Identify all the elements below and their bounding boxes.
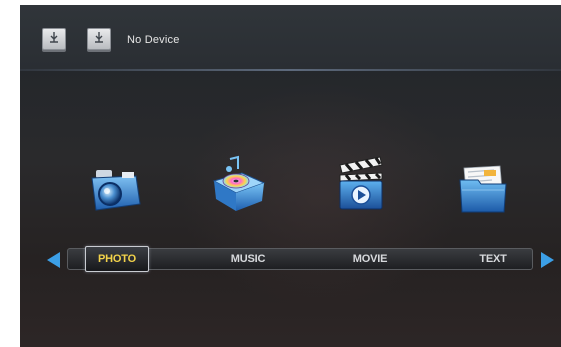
left-arrow-icon[interactable]: [47, 252, 60, 268]
folder-documents-icon[interactable]: [454, 160, 514, 220]
device-status-text: No Device: [127, 34, 180, 46]
camera-icon[interactable]: [86, 160, 146, 220]
media-player-screen: No Device PHOTO MUSIC MOVIE TEXT: [20, 5, 561, 347]
menu-item-movie[interactable]: MOVIE: [340, 249, 400, 269]
divider: [20, 69, 561, 71]
right-arrow-icon[interactable]: [541, 252, 554, 268]
menu-item-text[interactable]: TEXT: [463, 249, 523, 269]
status-bar: No Device: [20, 5, 561, 69]
category-menu-bar: PHOTO MUSIC MOVIE TEXT: [67, 246, 533, 272]
clapperboard-icon[interactable]: [332, 155, 392, 215]
menu-item-music[interactable]: MUSIC: [218, 249, 278, 269]
usb-drive-icon: [87, 28, 111, 50]
usb-drive-icon: [42, 28, 66, 50]
music-player-icon[interactable]: [208, 155, 268, 215]
menu-item-photo[interactable]: PHOTO: [85, 246, 149, 272]
